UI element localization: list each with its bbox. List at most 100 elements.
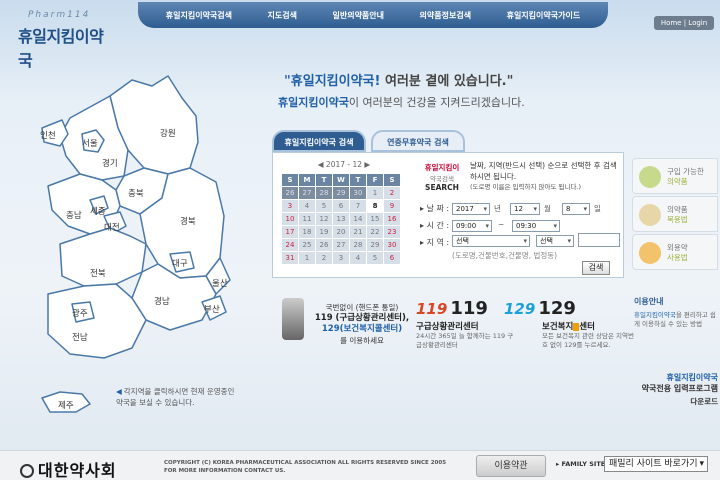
calendar-day[interactable]: 26 bbox=[316, 239, 332, 251]
region-label-text: 지 역 bbox=[426, 238, 444, 247]
nav-guide[interactable]: 휴일지킴이약국가이드 bbox=[507, 10, 581, 21]
side-link-purchasable-drugs[interactable]: 구입 가능한 의약품 bbox=[632, 158, 718, 194]
calendar-day[interactable]: 4 bbox=[350, 252, 366, 264]
tab-holiday-pharmacy[interactable]: 휴일지킴이약국 검색 bbox=[272, 130, 366, 152]
calendar-day[interactable]: 13 bbox=[333, 213, 349, 225]
calendar-day[interactable]: 16 bbox=[384, 213, 400, 225]
family-site-label-text: FAMILY SITE bbox=[561, 460, 606, 468]
nav-pharmacy-search[interactable]: 휴일지킴이약국검색 bbox=[166, 10, 232, 21]
calendar-day[interactable]: 21 bbox=[350, 226, 366, 238]
calendar-day[interactable]: 9 bbox=[384, 200, 400, 212]
nav-otc-info[interactable]: 일반의약품안내 bbox=[332, 10, 384, 21]
side-link-dosage[interactable]: 의약품 복용법 bbox=[632, 196, 718, 232]
time-from-select[interactable]: 09:00 bbox=[452, 220, 492, 232]
logo-subtitle: Pharm114 bbox=[28, 10, 91, 20]
address-hint: (도로명,건물번호,건물명, 법정동) bbox=[452, 251, 558, 260]
calendar-day[interactable]: 29 bbox=[367, 239, 383, 251]
map-label-chungbuk: 충북 bbox=[128, 189, 144, 199]
download-line-1: 휴일지킴이약국 bbox=[666, 373, 718, 382]
calendar-grid: S M T W T F S 26 27 28 29 30 1 2 3 4 5 6 7 8 9 10 11 12 13 14 15 16… bbox=[282, 174, 406, 264]
calendar: ◀ 2017 - 12 ▶ S M T W T F S 26 27 28 29 30 1 2 3 4 5 6 7 8 9… bbox=[282, 160, 406, 266]
side-box3-line1: 외용약 bbox=[667, 243, 688, 252]
info-arrow-icon: ◀ bbox=[116, 387, 122, 396]
top-links: Home | Login bbox=[654, 16, 714, 30]
terms-button[interactable]: 이용약관 bbox=[476, 455, 546, 477]
calendar-day[interactable]: 18 bbox=[299, 226, 315, 238]
date-label-text: 날 짜 bbox=[426, 204, 444, 213]
calendar-day[interactable]: 24 bbox=[282, 239, 298, 251]
calendar-day[interactable]: 4 bbox=[299, 200, 315, 212]
calendar-day[interactable]: 30 bbox=[350, 187, 366, 199]
address-input[interactable] bbox=[578, 233, 620, 247]
calendar-day[interactable]: 26 bbox=[282, 187, 298, 199]
download-button[interactable]: 다운로드 bbox=[690, 396, 718, 407]
calendar-day[interactable]: 20 bbox=[333, 226, 349, 238]
kpa-logo[interactable]: 대한약사회 bbox=[20, 457, 117, 480]
slogan-brand: 휴일지킴이약국 bbox=[290, 74, 375, 89]
logo-129-icon: 129 bbox=[504, 300, 536, 318]
month-select[interactable]: 12 bbox=[510, 203, 540, 215]
calendar-day[interactable]: 19 bbox=[316, 226, 332, 238]
search-button[interactable]: 검색 bbox=[582, 261, 610, 275]
calendar-day[interactable]: 7 bbox=[350, 200, 366, 212]
site-logo[interactable]: Pharm114 휴일지킴이약국 bbox=[8, 10, 108, 70]
calendar-day[interactable]: 2 bbox=[316, 252, 332, 264]
calendar-day[interactable]: 2 bbox=[384, 187, 400, 199]
calendar-day[interactable]: 15 bbox=[367, 213, 383, 225]
calendar-day[interactable]: 27 bbox=[333, 239, 349, 251]
calendar-day[interactable]: 29 bbox=[333, 187, 349, 199]
year-select[interactable]: 2017 bbox=[452, 203, 490, 215]
calendar-header[interactable]: ◀ 2017 - 12 ▶ bbox=[282, 160, 406, 174]
calendar-day[interactable]: 8 bbox=[367, 200, 383, 212]
map-label-daejeon: 대전 bbox=[104, 222, 120, 233]
map-label-seoul: 서울 bbox=[82, 139, 98, 149]
calendar-day[interactable]: 10 bbox=[282, 213, 298, 225]
calendar-day[interactable]: 6 bbox=[384, 252, 400, 264]
calendar-weekday: S bbox=[282, 174, 298, 186]
side-link-external-medicine[interactable]: 외용약 사용법 bbox=[632, 234, 718, 270]
region-jeonnam[interactable] bbox=[47, 283, 147, 359]
calendar-day[interactable]: 23 bbox=[384, 226, 400, 238]
slogan-line-1: "휴일지킴이약국! 여러분 곁에 있습니다." bbox=[284, 70, 513, 89]
login-link[interactable]: Login bbox=[688, 19, 707, 27]
sido-select[interactable]: 선택 bbox=[452, 235, 530, 247]
hotline-129[interactable]: 129 129 보건복지 센터 모든 보건복지 관련 상담은 지역번호 없이 129… bbox=[504, 298, 634, 354]
program-download[interactable]: 휴일지킴이약국 약국전용 입력프로그램 다운로드 bbox=[620, 372, 718, 412]
calendar-day[interactable]: 27 bbox=[299, 187, 315, 199]
calendar-day[interactable]: 28 bbox=[316, 187, 332, 199]
calendar-day[interactable]: 6 bbox=[333, 200, 349, 212]
pill-icon bbox=[639, 166, 661, 188]
usage-guide[interactable]: 이용안내 휴일지킴이약국을 편리하고 쉽게 이용하실 수 있는 방법 bbox=[634, 296, 718, 354]
calendar-day[interactable]: 31 bbox=[282, 252, 298, 264]
time-to-select[interactable]: 09:30 bbox=[512, 220, 560, 232]
calendar-day[interactable]: 3 bbox=[282, 200, 298, 212]
calendar-day[interactable]: 11 bbox=[299, 213, 315, 225]
calendar-day[interactable]: 5 bbox=[367, 252, 383, 264]
home-link[interactable]: Home bbox=[661, 19, 682, 27]
kpa-emblem-icon bbox=[20, 464, 34, 478]
calendar-day[interactable]: 1 bbox=[299, 252, 315, 264]
hotline-119-desc: 24시간 365일 늘 함께하는 119 구급상황관리센터 bbox=[416, 332, 514, 349]
calendar-day[interactable]: 1 bbox=[367, 187, 383, 199]
calendar-day[interactable]: 17 bbox=[282, 226, 298, 238]
hotline-119[interactable]: 119 119 구급상황관리센터 24시간 365일 늘 함께하는 119 구급상… bbox=[416, 298, 514, 354]
day-select[interactable]: 8 bbox=[562, 203, 590, 215]
calendar-day[interactable]: 22 bbox=[367, 226, 383, 238]
hotline-info-text: 국번없이 (핸드폰 통일) 119 (구급상황관리센터), 129(보건복지콜센… bbox=[312, 302, 412, 346]
calendar-day[interactable]: 28 bbox=[350, 239, 366, 251]
calendar-day[interactable]: 14 bbox=[350, 213, 366, 225]
calendar-day[interactable]: 30 bbox=[384, 239, 400, 251]
map-label-busan: 부산 bbox=[204, 304, 220, 315]
side-box3-line2: 사용법 bbox=[667, 253, 688, 262]
calendar-day[interactable]: 25 bbox=[299, 239, 315, 251]
gugun-select[interactable]: 선택 bbox=[536, 235, 574, 247]
nav-map-search[interactable]: 지도검색 bbox=[268, 10, 297, 21]
family-site-select[interactable]: 패밀리 사이트 바로가기 bbox=[604, 456, 708, 472]
nav-drug-info[interactable]: 의약품정보검색 bbox=[420, 10, 472, 21]
tab-year-round-pharmacy[interactable]: 연중무휴약국 검색 bbox=[371, 130, 465, 152]
hotline-129-name-b: 센터 bbox=[579, 322, 595, 332]
calendar-day[interactable]: 3 bbox=[333, 252, 349, 264]
calendar-day[interactable]: 5 bbox=[316, 200, 332, 212]
calendar-day[interactable]: 12 bbox=[316, 213, 332, 225]
korea-map: 인천 서울 경기 강원 충북 충남 세종 대전 경북 대구 전북 울산 경남 부… bbox=[20, 58, 250, 430]
